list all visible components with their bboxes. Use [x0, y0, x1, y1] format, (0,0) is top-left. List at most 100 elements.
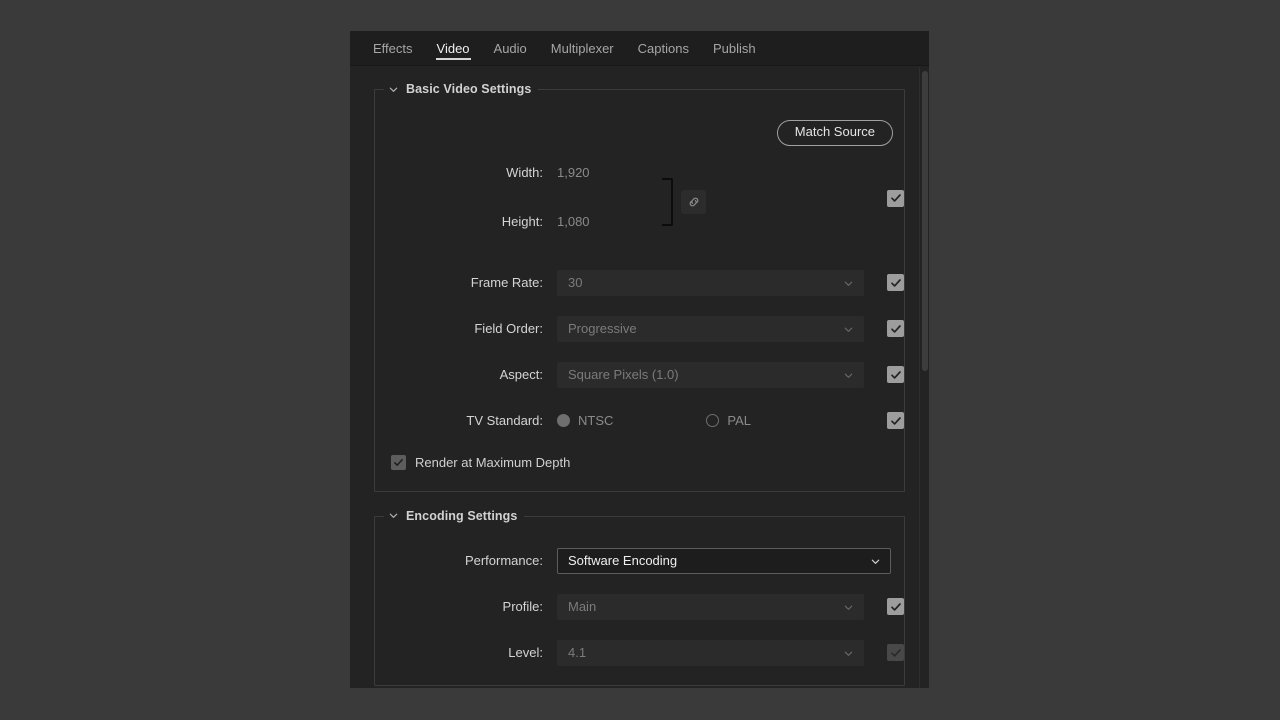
field-order-value: Progressive	[568, 321, 637, 337]
aspect-field-zone: Square Pixels (1.0)	[557, 361, 866, 388]
performance-value: Software Encoding	[568, 553, 678, 569]
match-source-button[interactable]: Match Source	[776, 120, 893, 146]
frame-rate-label: Frame Rate:	[470, 275, 543, 291]
checkmark-icon	[890, 325, 901, 333]
match-source-row: Match Source	[375, 120, 904, 146]
settings-tab-bar: Effects Video Audio Multiplexer Captions…	[350, 31, 929, 66]
chevron-down-icon	[844, 605, 853, 610]
checkmark-icon	[890, 194, 901, 203]
tv-standard-row: TV Standard: NTSC PAL	[375, 407, 904, 435]
checkmark-icon	[890, 649, 901, 657]
panel-scrollbar[interactable]	[919, 67, 929, 688]
performance-row: Performance: Software Encoding	[375, 547, 904, 575]
checkmark-icon	[890, 603, 901, 611]
level-match-checkbox[interactable]	[887, 644, 904, 662]
tab-label: Video	[436, 40, 470, 56]
height-field-zone: 1,080	[557, 214, 866, 229]
radio-pal[interactable]: PAL	[706, 413, 751, 428]
radio-pal-label: PAL	[727, 413, 751, 429]
basic-video-settings-frame: Match Source Width: 1,920 Height: 1,080 …	[374, 89, 905, 492]
field-order-row: Field Order: Progressive	[375, 315, 904, 343]
aspect-label: Aspect:	[499, 367, 543, 383]
field-order-dropdown[interactable]: Progressive	[557, 315, 864, 342]
frame-rate-field-zone: 30	[557, 269, 866, 296]
tab-label: Effects	[373, 40, 413, 56]
encoding-settings-header[interactable]: Encoding Settings	[384, 507, 525, 524]
aspect-rail	[866, 366, 904, 384]
tab-label: Publish	[712, 40, 756, 56]
level-field-zone: 4.1	[557, 639, 866, 666]
level-value: 4.1	[568, 645, 587, 661]
radio-ntsc[interactable]: NTSC	[557, 413, 613, 428]
tab-video[interactable]: Video	[425, 31, 482, 65]
aspect-value: Square Pixels (1.0)	[568, 367, 679, 383]
profile-dropdown[interactable]: Main	[557, 593, 864, 620]
profile-rail	[866, 598, 904, 616]
level-row: Level: 4.1	[375, 639, 904, 667]
tab-publish[interactable]: Publish	[701, 31, 768, 65]
render-max-depth-row[interactable]: Render at Maximum Depth	[375, 453, 904, 473]
performance-dropdown[interactable]: Software Encoding	[557, 547, 891, 574]
link-bracket	[662, 177, 673, 226]
profile-label: Profile:	[502, 599, 543, 615]
checkmark-icon	[890, 417, 901, 425]
render-max-depth-checkbox[interactable]	[391, 455, 406, 471]
chevron-down-icon	[844, 281, 853, 286]
section-basic-video-settings: Basic Video Settings Match Source Width:…	[374, 81, 905, 492]
profile-row: Profile: Main	[375, 593, 904, 621]
profile-value: Main	[568, 599, 597, 615]
chevron-down-icon	[389, 513, 398, 519]
frame-rate-value: 30	[568, 275, 583, 291]
tv-standard-field-zone: NTSC PAL	[557, 413, 866, 428]
width-value[interactable]: 1,920	[557, 165, 590, 180]
checkmark-icon	[394, 459, 403, 467]
width-height-checkbox-holder	[887, 189, 904, 207]
level-dropdown[interactable]: 4.1	[557, 639, 864, 666]
basic-video-settings-header[interactable]: Basic Video Settings	[384, 81, 539, 97]
tv-standard-match-checkbox[interactable]	[887, 412, 904, 430]
chevron-down-icon	[844, 373, 853, 378]
link-icon	[689, 197, 698, 207]
tab-multiplexer[interactable]: Multiplexer	[539, 31, 626, 65]
tab-label: Multiplexer	[550, 40, 614, 56]
aspect-row: Aspect: Square Pixels (1.0)	[375, 361, 904, 389]
height-row: Height: 1,080	[375, 211, 904, 233]
radio-selected-icon	[557, 414, 570, 428]
field-order-label: Field Order:	[474, 321, 543, 337]
chevron-down-icon	[844, 327, 853, 332]
field-order-match-checkbox[interactable]	[887, 320, 904, 338]
frame-rate-dropdown[interactable]: 30	[557, 269, 864, 296]
profile-match-checkbox[interactable]	[887, 598, 904, 616]
tv-standard-label: TV Standard:	[466, 413, 543, 429]
tab-effects[interactable]: Effects	[361, 31, 425, 65]
level-rail	[866, 644, 904, 662]
tab-label: Audio	[493, 40, 527, 56]
width-row: Width: 1,920	[375, 162, 904, 184]
link-dimensions-button[interactable]	[681, 189, 706, 214]
tab-label: Captions	[637, 40, 689, 56]
chevron-down-icon	[389, 87, 398, 92]
field-order-rail	[866, 320, 904, 338]
tab-audio[interactable]: Audio	[482, 31, 539, 65]
width-label: Width:	[506, 165, 543, 181]
frame-rate-row: Frame Rate: 30	[375, 269, 904, 297]
radio-unselected-icon	[706, 414, 720, 428]
tab-captions[interactable]: Captions	[626, 31, 701, 65]
height-label: Height:	[501, 214, 543, 230]
height-value[interactable]: 1,080	[557, 214, 590, 229]
performance-label: Performance:	[464, 553, 543, 569]
aspect-dropdown[interactable]: Square Pixels (1.0)	[557, 361, 864, 388]
scrollbar-thumb[interactable]	[922, 71, 928, 371]
aspect-match-checkbox[interactable]	[887, 366, 904, 384]
width-height-match-checkbox[interactable]	[887, 189, 904, 207]
checkmark-icon	[890, 279, 901, 287]
field-order-field-zone: Progressive	[557, 315, 866, 342]
tv-standard-rail	[866, 412, 904, 430]
frame-rate-match-checkbox[interactable]	[887, 274, 904, 292]
width-height-group: Width: 1,920 Height: 1,080	[375, 162, 904, 233]
section-title: Basic Video Settings	[406, 82, 532, 96]
section-title: Encoding Settings	[406, 508, 518, 523]
export-settings-panel: Effects Video Audio Multiplexer Captions…	[350, 31, 929, 688]
encoding-settings-frame: Performance: Software Encoding Profile:	[374, 515, 905, 686]
performance-field-zone: Software Encoding	[557, 547, 893, 574]
